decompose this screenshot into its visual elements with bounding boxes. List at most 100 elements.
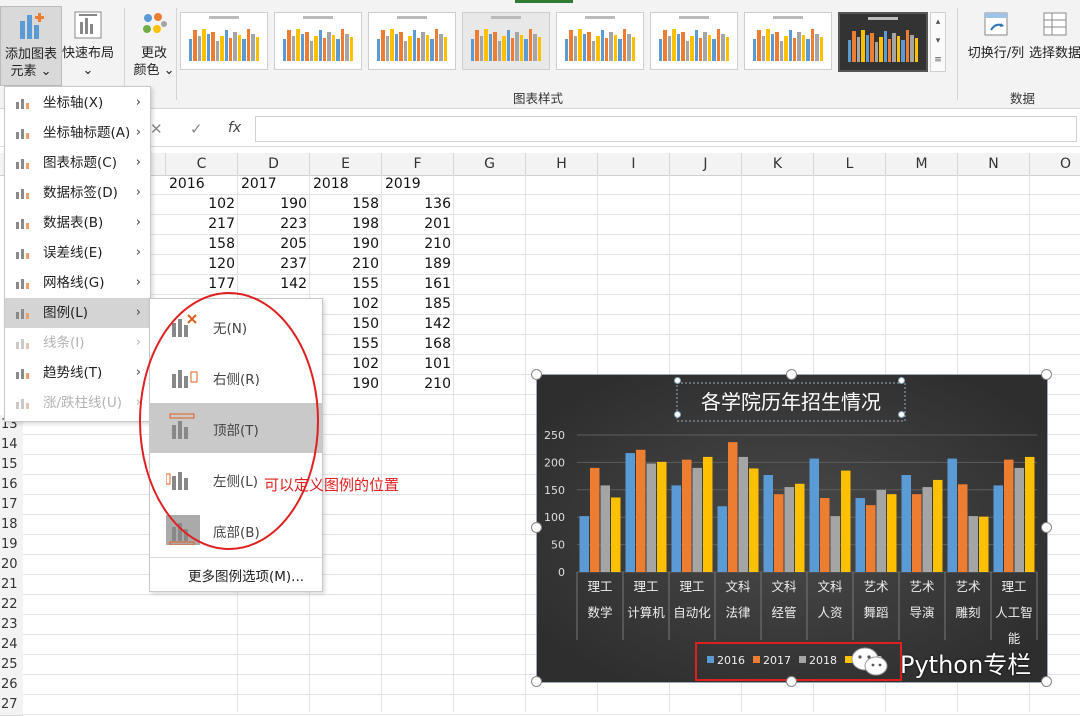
table-cell[interactable]: 205: [238, 234, 307, 254]
resize-handle[interactable]: [898, 377, 905, 384]
bar-2017[interactable]: [682, 459, 692, 572]
bar-2016[interactable]: [947, 458, 958, 572]
chart-style-thumbnail[interactable]: [180, 12, 268, 70]
column-header[interactable]: I: [598, 153, 670, 176]
gallery-scroll[interactable]: ▴ ▾ ≡: [930, 12, 946, 72]
bar-2017[interactable]: [820, 498, 830, 572]
menu-item-data-table[interactable]: 数据表(B) ›: [5, 208, 150, 238]
resize-handle[interactable]: [674, 377, 681, 384]
formula-input[interactable]: [255, 116, 1077, 142]
resize-handle[interactable]: [531, 676, 542, 687]
bar-2018[interactable]: [876, 489, 887, 572]
bar-2017[interactable]: [958, 484, 968, 572]
resize-handle[interactable]: [786, 676, 797, 687]
bar-2017[interactable]: [590, 467, 600, 572]
bar-2017[interactable]: [774, 494, 784, 572]
resize-handle[interactable]: [1041, 369, 1052, 380]
table-cell[interactable]: 210: [382, 234, 451, 254]
table-cell[interactable]: 201: [382, 214, 451, 234]
select-data-button[interactable]: 选择数据: [1028, 6, 1080, 84]
bar-2018[interactable]: [600, 485, 611, 572]
resize-handle[interactable]: [674, 411, 681, 418]
column-header[interactable]: O: [1030, 153, 1080, 176]
row-header[interactable]: 23: [0, 615, 23, 636]
table-cell[interactable]: 136: [382, 194, 451, 214]
resize-handle[interactable]: [898, 411, 905, 418]
bar-2016[interactable]: [625, 453, 636, 572]
table-cell[interactable]: 210: [382, 374, 451, 394]
column-header[interactable]: M: [886, 153, 958, 176]
table-cell[interactable]: 158: [310, 194, 379, 214]
bar-2018[interactable]: [968, 516, 979, 572]
change-colors-button[interactable]: 更改 颜色 ⌄: [130, 6, 178, 84]
chart-style-thumbnail[interactable]: [744, 12, 832, 70]
resize-handle[interactable]: [531, 522, 542, 533]
row-header[interactable]: 22: [0, 595, 23, 616]
bar-2017[interactable]: [912, 494, 922, 572]
bar-2019[interactable]: [841, 470, 851, 572]
year-header-cell[interactable]: 2017: [241, 174, 277, 194]
resize-handle[interactable]: [1041, 522, 1052, 533]
bar-2019[interactable]: [749, 468, 759, 572]
menu-item-error-bars[interactable]: 误差线(E) ›: [5, 238, 150, 268]
bar-2019[interactable]: [703, 456, 713, 572]
chart-style-thumbnail[interactable]: [368, 12, 456, 70]
row-header[interactable]: 25: [0, 655, 23, 676]
column-header[interactable]: L: [814, 153, 886, 176]
more-legend-options-button[interactable]: 更多图例选项(M)...: [188, 565, 304, 585]
bar-2016[interactable]: [579, 516, 590, 572]
bar-2018[interactable]: [646, 463, 657, 572]
bar-2019[interactable]: [611, 497, 621, 572]
bar-2018[interactable]: [922, 487, 933, 572]
column-header[interactable]: K: [742, 153, 814, 176]
table-cell[interactable]: 102: [166, 194, 235, 214]
bar-2018[interactable]: [692, 467, 703, 572]
chart-style-thumbnail[interactable]: [274, 12, 362, 70]
table-cell[interactable]: 142: [382, 314, 451, 334]
bar-2016[interactable]: [855, 498, 866, 572]
menu-item-chart-title[interactable]: 图表标题(C) ›: [5, 148, 150, 178]
table-cell[interactable]: 237: [238, 254, 307, 274]
cancel-icon[interactable]: ✕: [150, 120, 163, 138]
bar-2016[interactable]: [993, 485, 1004, 572]
bar-2017[interactable]: [1004, 459, 1014, 572]
menu-item-axis[interactable]: 坐标轴(X) ›: [5, 88, 150, 118]
chart-area[interactable]: 各学院历年招生情况 0 50 100 150 200 250 理工 数学 理工 计算机 理工 自动化 文科…: [536, 374, 1048, 683]
bar-2018[interactable]: [738, 456, 749, 572]
bar-2019[interactable]: [933, 479, 943, 572]
table-cell[interactable]: 158: [166, 234, 235, 254]
menu-item-legend[interactable]: 图例(L) ›: [5, 298, 150, 328]
bar-2019[interactable]: [657, 461, 667, 572]
fx-icon[interactable]: fx: [228, 120, 241, 136]
row-header[interactable]: 21: [0, 575, 23, 596]
column-header[interactable]: H: [526, 153, 598, 176]
table-cell[interactable]: 168: [382, 334, 451, 354]
table-cell[interactable]: 198: [310, 214, 379, 234]
chart-style-thumbnail[interactable]: [462, 12, 550, 70]
bar-2016[interactable]: [901, 475, 912, 572]
menu-item-data-labels[interactable]: 数据标签(D) ›: [5, 178, 150, 208]
row-header[interactable]: 24: [0, 635, 23, 656]
chart-style-thumbnail[interactable]: [838, 12, 928, 72]
year-header-cell[interactable]: 2016: [169, 174, 205, 194]
row-header[interactable]: 20: [0, 555, 23, 576]
row-header[interactable]: 15: [0, 455, 23, 476]
column-header[interactable]: C: [166, 153, 238, 176]
quick-layout-button[interactable]: 快速布局 ⌄: [60, 6, 116, 84]
bar-2018[interactable]: [830, 516, 841, 572]
row-header[interactable]: 19: [0, 535, 23, 556]
bar-2016[interactable]: [717, 506, 728, 572]
bar-2019[interactable]: [979, 516, 989, 572]
table-cell[interactable]: 161: [382, 274, 451, 294]
row-header[interactable]: 16: [0, 475, 23, 496]
column-header[interactable]: E: [310, 153, 382, 176]
table-cell[interactable]: 101: [382, 354, 451, 374]
column-header[interactable]: N: [958, 153, 1030, 176]
bar-2018[interactable]: [1014, 467, 1025, 572]
table-cell[interactable]: 223: [238, 214, 307, 234]
row-header[interactable]: 27: [0, 695, 23, 716]
year-header-cell[interactable]: 2018: [313, 174, 349, 194]
column-header[interactable]: F: [382, 153, 454, 176]
bar-2019[interactable]: [887, 494, 897, 572]
bar-2016[interactable]: [809, 458, 820, 572]
